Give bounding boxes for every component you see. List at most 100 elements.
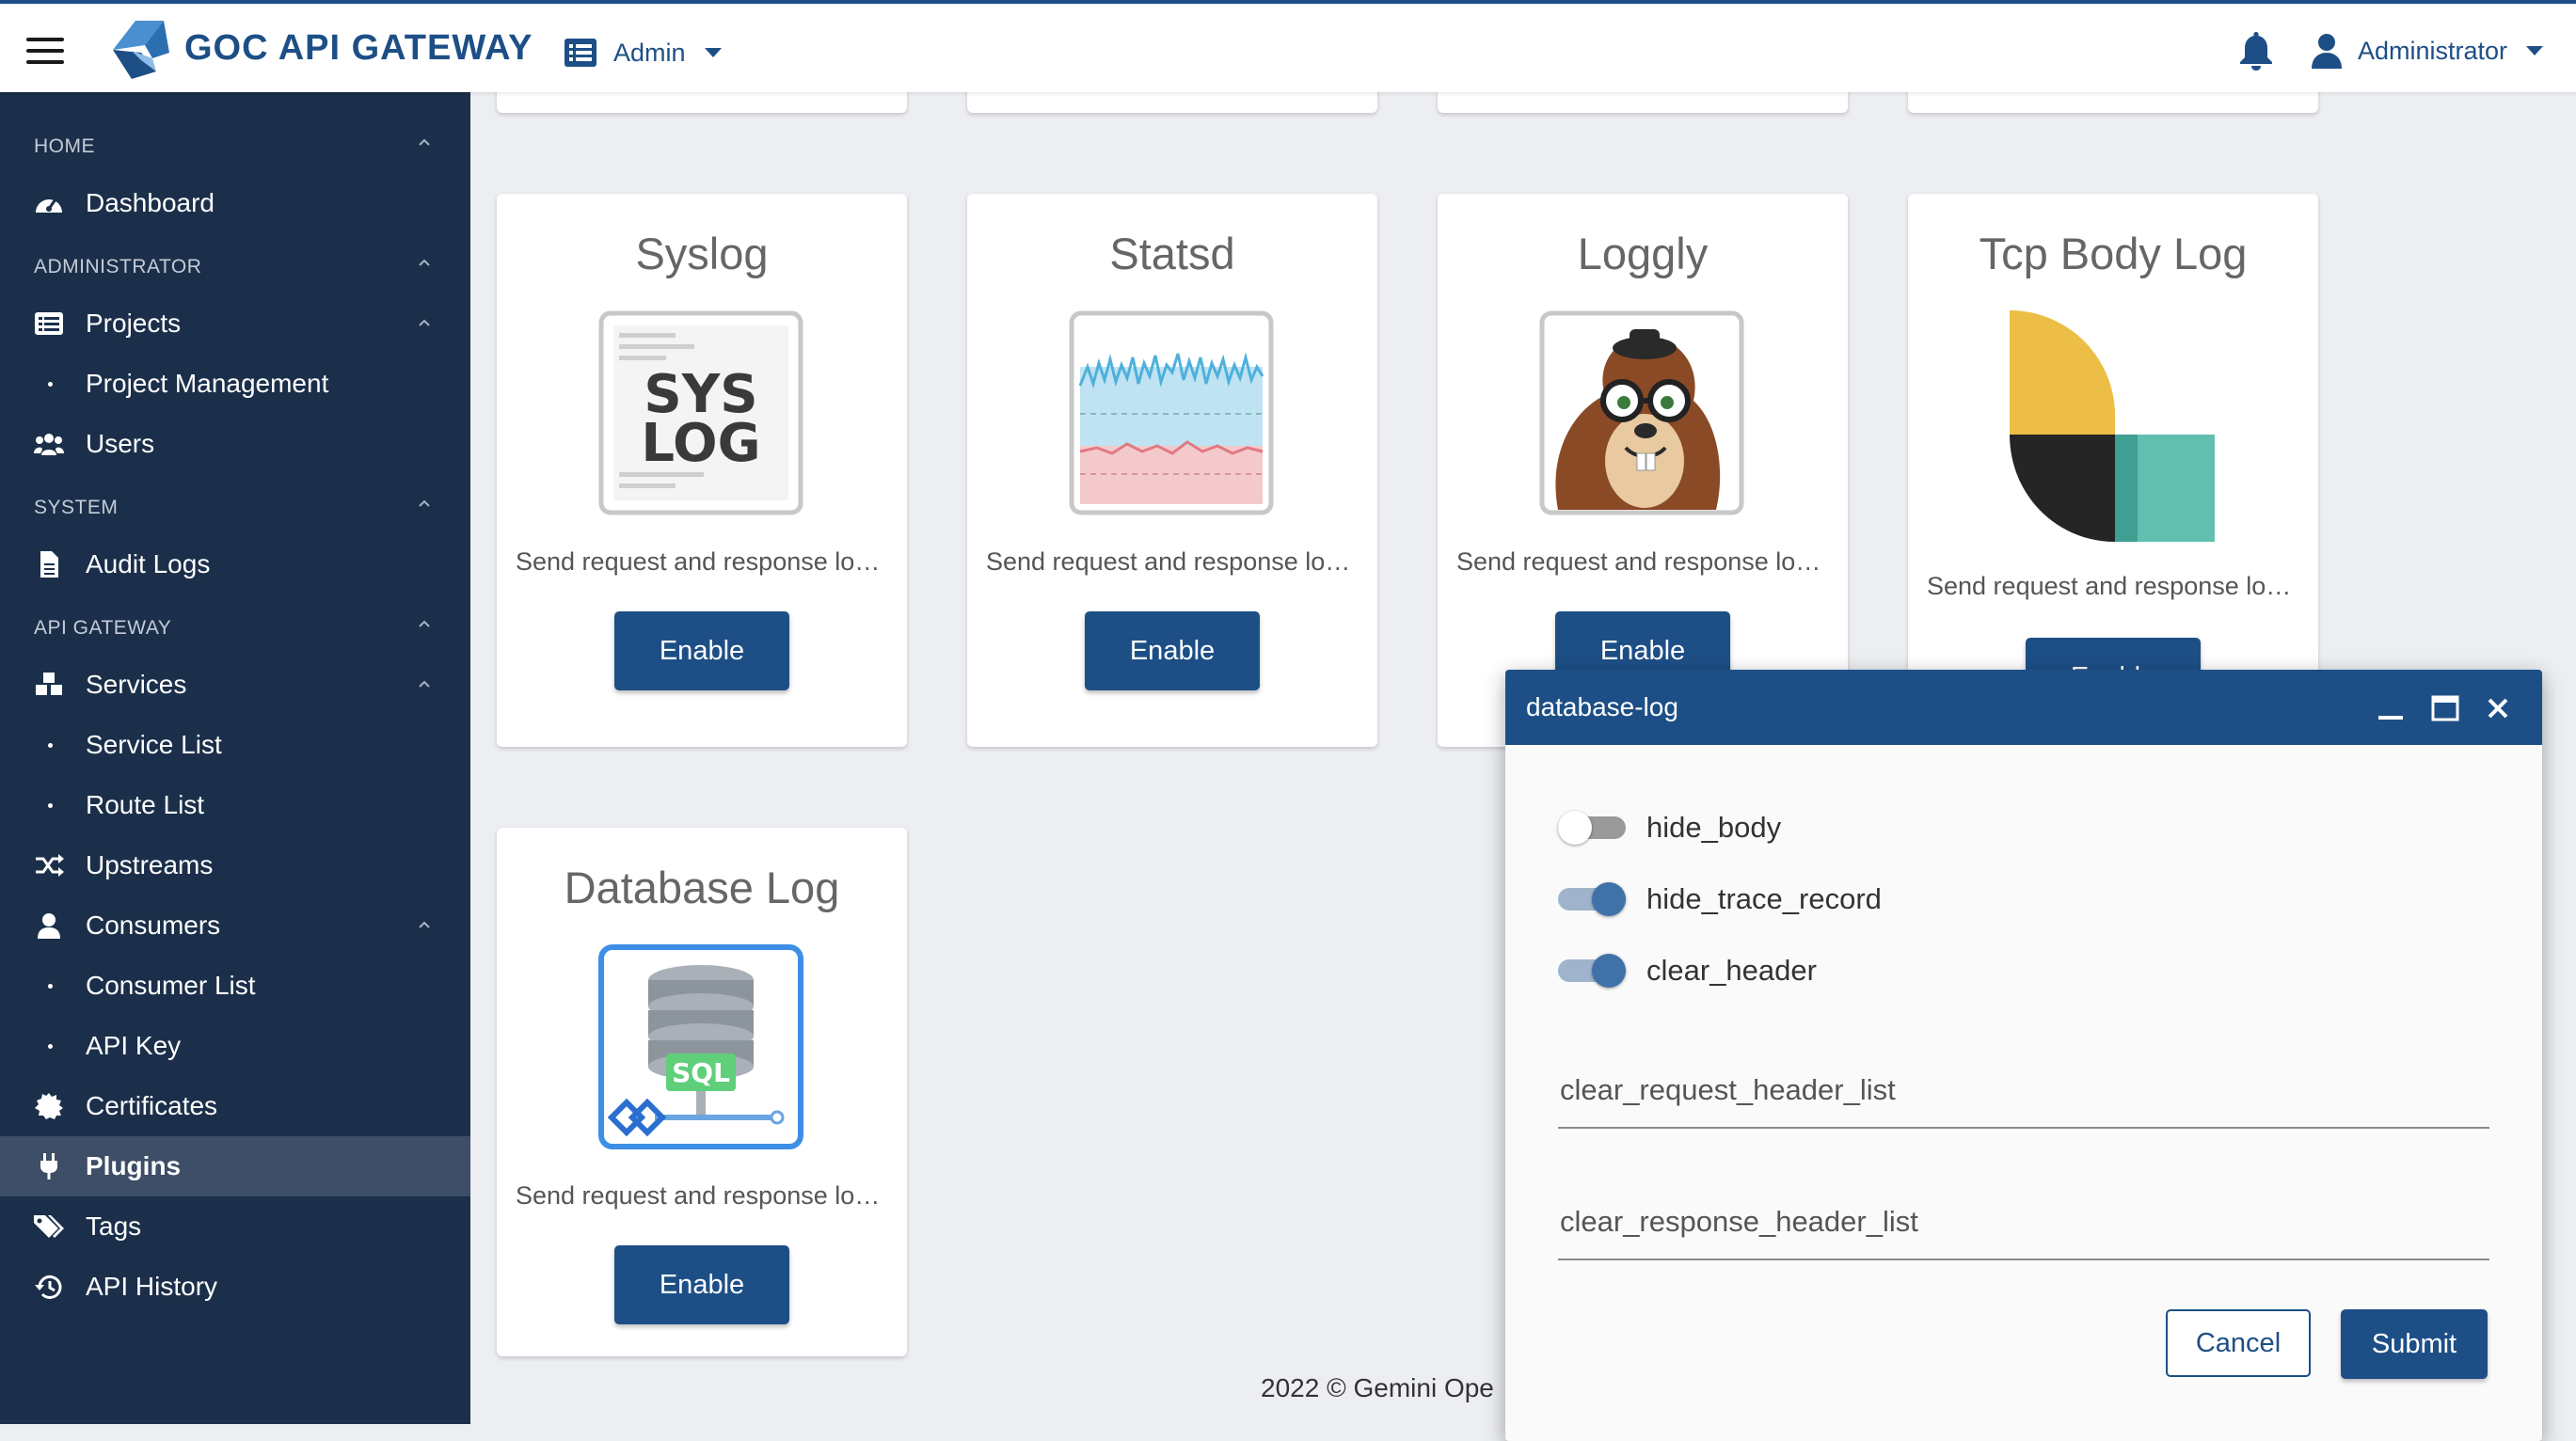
user-icon <box>38 913 60 939</box>
toggle-label: clear_header <box>1646 954 1817 987</box>
project-switcher[interactable]: Admin <box>564 36 722 70</box>
bullet-icon <box>48 742 53 748</box>
bullet-icon <box>48 381 53 387</box>
users-icon <box>34 434 64 455</box>
user-icon <box>2312 34 2342 69</box>
submit-button[interactable]: Submit <box>2341 1309 2488 1379</box>
sidebar-item-label: Route List <box>86 790 205 819</box>
section-api-gateway: API GATEWAY <box>34 617 172 639</box>
plugin-title: Loggly <box>1577 229 1709 278</box>
bell-icon[interactable] <box>2237 30 2275 71</box>
sidebar-item-service-list[interactable]: Service List <box>0 715 470 775</box>
sidebar-item-label: Consumer List <box>86 971 256 1000</box>
toggle-clear-header[interactable] <box>1558 954 1626 988</box>
plugin-description: Send request and response logs to databa… <box>516 1181 892 1210</box>
sidebar-item-services[interactable]: Services <box>0 655 470 715</box>
bullet-icon <box>48 1043 53 1049</box>
cubes-icon <box>36 673 62 695</box>
sidebar-item-tags[interactable]: Tags <box>0 1196 470 1257</box>
chevron-up-icon <box>419 319 430 326</box>
plugin-title: Syslog <box>635 229 769 278</box>
enable-button[interactable]: Enable <box>614 611 789 690</box>
database-log-dialog: database-log hide_body hide_trace_record… <box>1505 670 2542 1441</box>
cancel-button[interactable]: Cancel <box>2166 1309 2311 1377</box>
syslog-logo-line2: LOG <box>641 413 760 474</box>
sidebar-item-audit-logs[interactable]: Audit Logs <box>0 534 470 594</box>
brand-name: GOC API GATEWAY <box>184 28 533 68</box>
section-system: SYSTEM <box>34 497 119 518</box>
plugin-card-syslog: Syslog SYS LOG Send request and response… <box>497 194 907 747</box>
close-icon[interactable] <box>2482 692 2514 724</box>
enable-button[interactable]: Enable <box>614 1245 789 1324</box>
dialog-header: database-log <box>1505 670 2542 745</box>
sidebar-item-label: Consumers <box>86 911 221 940</box>
sidebar-item-label: API Key <box>86 1031 182 1060</box>
tcp-body-log-logo-icon <box>2010 310 2215 542</box>
sidebar-item-certificates[interactable]: Certificates <box>0 1076 470 1136</box>
sidebar-item-upstreams[interactable]: Upstreams <box>0 835 470 895</box>
dashboard-icon <box>36 198 62 213</box>
maximize-icon[interactable] <box>2429 692 2461 724</box>
sidebar-item-plugins[interactable]: Plugins <box>0 1136 470 1196</box>
sidebar-item-label: Dashboard <box>86 188 215 217</box>
chevron-up-icon[interactable] <box>418 617 431 630</box>
sidebar-item-label: Tags <box>86 1211 142 1241</box>
menu-icon[interactable] <box>26 38 64 64</box>
chevron-up-icon[interactable] <box>418 256 431 269</box>
plugin-title: Database Log <box>564 863 840 912</box>
toggle-hide-body[interactable] <box>1558 811 1626 845</box>
plugin-card-statsd: Statsd Send request and response logs to… <box>967 194 1377 747</box>
sidebar-item-users[interactable]: Users <box>0 414 470 474</box>
list-icon <box>564 39 596 67</box>
sidebar-item-label: Users <box>86 429 155 458</box>
certificate-icon <box>35 1093 63 1119</box>
minimize-icon[interactable] <box>2375 692 2407 724</box>
sidebar-item-api-history[interactable]: API History <box>0 1257 470 1317</box>
user-name: Administrator <box>2358 36 2508 65</box>
section-administrator: ADMINISTRATOR <box>34 256 202 277</box>
user-menu[interactable]: Administrator <box>2311 30 2544 71</box>
syslog-logo-icon: SYS LOG <box>598 310 803 515</box>
clear-response-header-list-input[interactable] <box>1558 1202 2484 1242</box>
sidebar-item-label: API History <box>86 1272 218 1301</box>
toggle-knob <box>1592 954 1626 988</box>
enable-button[interactable]: Enable <box>1085 611 1260 690</box>
tags-icon <box>34 1215 64 1238</box>
sidebar-item-consumer-list[interactable]: Consumer List <box>0 956 470 1016</box>
toggle-label: hide_trace_record <box>1646 882 1882 915</box>
plugin-description: Send request and response logs to statsd <box>986 547 1362 576</box>
sidebar-item-dashboard[interactable]: Dashboard <box>0 173 470 233</box>
plug-icon <box>40 1153 57 1180</box>
sidebar-item-projects[interactable]: Projects <box>0 293 470 354</box>
sidebar-item-route-list[interactable]: Route List <box>0 775 470 835</box>
clear-request-header-list-input[interactable] <box>1558 1070 2484 1110</box>
toggle-knob <box>1558 811 1592 845</box>
sidebar-item-project-management[interactable]: Project Management <box>0 354 470 414</box>
sidebar-item-consumers[interactable]: Consumers <box>0 895 470 956</box>
toggle-knob <box>1592 882 1626 916</box>
statsd-logo-icon <box>1069 310 1274 515</box>
chevron-up-icon[interactable] <box>418 135 431 149</box>
shuffle-icon <box>36 854 64 877</box>
sidebar-item-api-key[interactable]: API Key <box>0 1016 470 1076</box>
top-bar: GOC API GATEWAY Admin Administrator <box>0 0 2576 92</box>
sidebar-item-label: Upstreams <box>86 850 214 879</box>
clear-request-header-list-field <box>1558 1052 2489 1129</box>
sidebar-item-label: Service List <box>86 730 222 759</box>
sidebar-item-label: Plugins <box>86 1151 182 1180</box>
bullet-icon <box>48 802 53 808</box>
chevron-up-icon[interactable] <box>418 497 431 510</box>
logo-icon <box>113 21 169 79</box>
project-switcher-label: Admin <box>613 38 686 67</box>
history-icon <box>35 1275 62 1299</box>
plugin-card-loggly: Loggly Send request and response logs to… <box>1438 194 1848 747</box>
sidebar-item-label: Audit Logs <box>86 549 211 578</box>
toggle-hide-trace-record[interactable] <box>1558 882 1626 916</box>
projects-icon <box>35 312 63 335</box>
section-home: HOME <box>34 135 95 157</box>
plugin-description: Send request and response logs to syslog <box>516 547 892 576</box>
plugin-description: Send request and response logs to loggly <box>1456 547 1833 576</box>
plugin-description: Send request and response logs to tcp <box>1927 572 2303 600</box>
chevron-down-icon <box>704 48 722 57</box>
sql-label: SQL <box>672 1057 730 1088</box>
